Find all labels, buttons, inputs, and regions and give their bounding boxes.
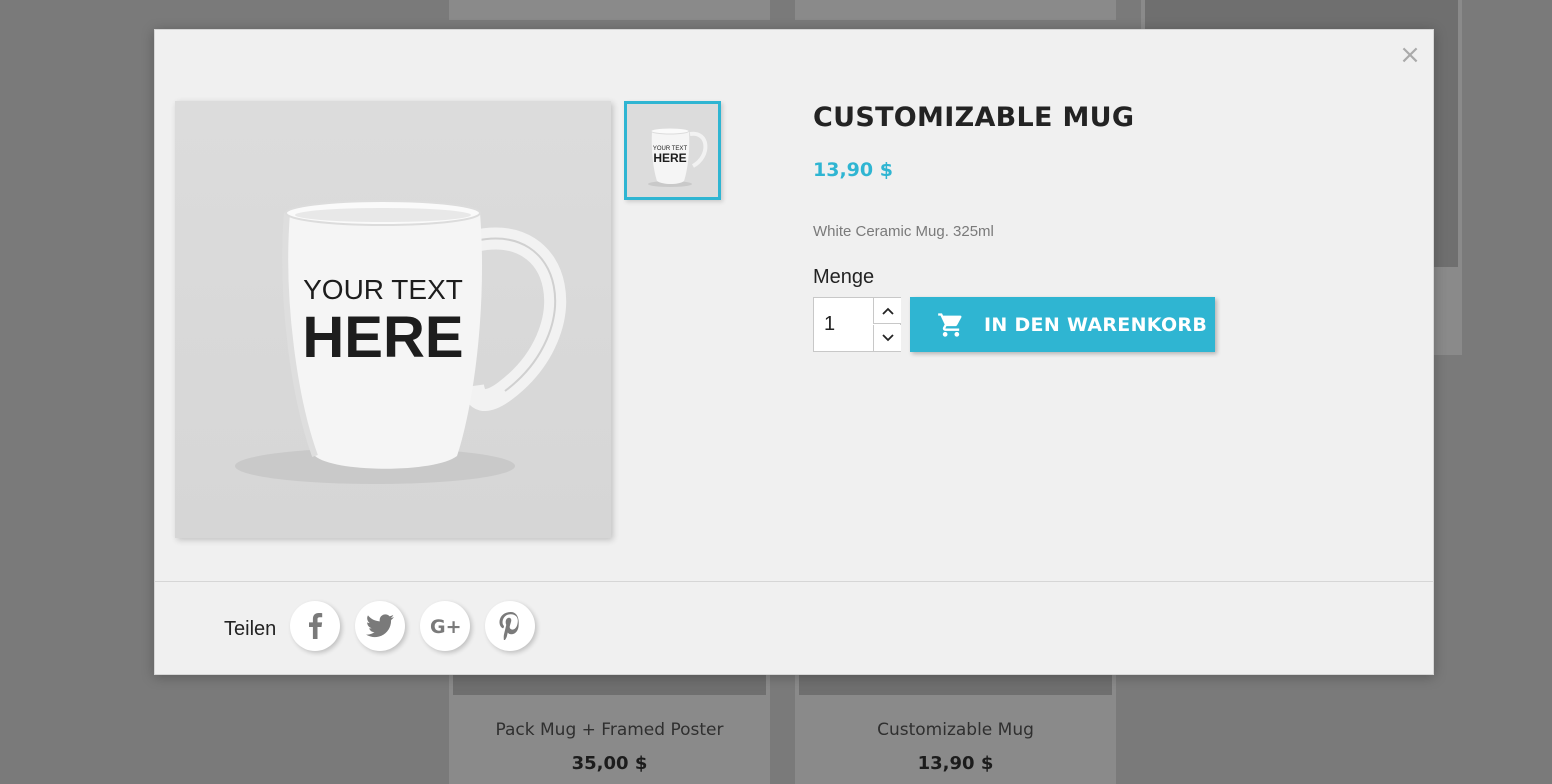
bg-product-name[interactable]: Customizable Mug — [795, 720, 1116, 740]
twitter-icon — [366, 614, 394, 638]
mug-thumbnail-illustration: YOUR TEXT HERE — [648, 127, 708, 187]
modal-footer-divider — [155, 581, 1433, 582]
quantity-increase-button[interactable] — [873, 298, 901, 324]
share-twitter-button[interactable] — [355, 601, 405, 651]
product-main-image: YOUR TEXT HERE — [175, 101, 611, 538]
quantity-decrease-button[interactable] — [873, 325, 901, 351]
chevron-up-icon — [881, 307, 894, 315]
facebook-icon — [309, 613, 323, 639]
product-description: White Ceramic Mug. 325ml — [813, 223, 994, 240]
quantity-stepper — [813, 297, 901, 352]
share-facebook-button[interactable] — [290, 601, 340, 651]
product-title: CUSTOMIZABLE MUG — [813, 102, 1135, 133]
share-label: Teilen — [224, 618, 277, 640]
bg-product-card[interactable]: Pack Mug + Framed Poster 35,00 $ — [449, 675, 770, 784]
add-to-cart-label: IN DEN WARENKORB — [984, 313, 1208, 336]
shopping-cart-icon — [938, 312, 962, 337]
chevron-down-icon — [881, 334, 894, 342]
mug-text-line2: HERE — [302, 305, 463, 370]
mug-illustration: YOUR TEXT HERE — [235, 200, 567, 484]
svg-text:G+: G+ — [430, 616, 461, 637]
bg-product-price: 35,00 $ — [571, 753, 648, 774]
close-button[interactable]: × — [1399, 42, 1421, 68]
add-to-cart-button[interactable]: IN DEN WARENKORB — [910, 297, 1215, 352]
bg-product-card[interactable]: Customizable Mug 13,90 $ — [795, 675, 1116, 784]
mug-text-line1: YOUR TEXT — [303, 274, 463, 305]
pinterest-icon — [499, 612, 519, 640]
thumb-mug-text-line2: HERE — [653, 151, 686, 165]
bg-product-price: 13,90 $ — [917, 753, 994, 774]
quantity-label: Menge — [813, 266, 875, 288]
product-price: 13,90 $ — [813, 159, 893, 181]
bg-product-name[interactable]: Pack Mug + Framed Poster — [449, 720, 770, 740]
share-google-plus-button[interactable]: G+ — [420, 601, 470, 651]
google-plus-icon: G+ — [430, 616, 461, 637]
product-thumbnail[interactable]: YOUR TEXT HERE — [624, 101, 721, 200]
bg-product-card — [795, 0, 1116, 20]
quick-view-modal: × YOUR TEXT HERE YOUR TEXT HERE CUSTOMIZ… — [154, 29, 1434, 675]
quantity-input[interactable] — [814, 298, 872, 351]
bg-product-card — [449, 0, 770, 20]
share-pinterest-button[interactable] — [485, 601, 535, 651]
